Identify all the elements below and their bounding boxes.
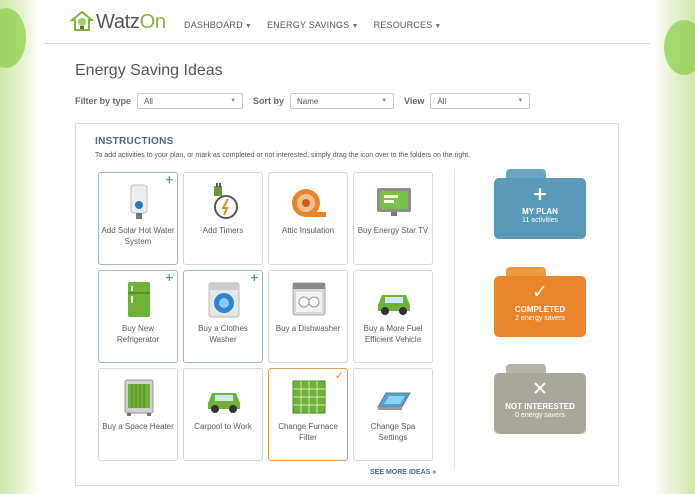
instructions-text: To add activities to your plan, or mark …	[95, 152, 471, 159]
my-plan-folder[interactable]: + MY PLAN 11 activities	[494, 169, 586, 239]
tile-label: Buy New Refrigerator	[116, 324, 160, 344]
tile-label: Change Furnace Filter	[278, 422, 338, 442]
dishwasher-icon	[292, 282, 326, 316]
idea-tile-attic-insulation[interactable]: Attic Insulation	[268, 172, 348, 265]
tile-label: Change Spa Settings	[370, 422, 416, 442]
tile-label: Carpool to Work	[194, 422, 252, 431]
chevron-down-icon: ▼	[351, 23, 359, 30]
not-interested-folder[interactable]: ✕ NOT INTERESTED 0 energy savers	[494, 364, 586, 434]
nav-energy-savings[interactable]: ENERGY SAVINGS ▼	[267, 20, 359, 30]
added-mark-icon: +	[164, 271, 174, 284]
tile-label: Attic Insulation	[281, 226, 335, 235]
instructions-title: INSTRUCTIONS	[95, 136, 174, 147]
main-nav: DASHBOARD ▼ ENERGY SAVINGS ▼ RESOURCES ▼	[184, 20, 442, 30]
close-icon: ✕	[532, 378, 548, 400]
bulb-logo-icon	[70, 10, 94, 31]
furnace-filter-icon	[292, 380, 326, 414]
solar-water-heater-icon	[130, 184, 148, 219]
chevron-down-icon: ▼	[434, 23, 442, 30]
see-more-ideas-link[interactable]: SEE MORE IDEAS »	[370, 469, 436, 476]
page-title: Energy Saving Ideas	[75, 62, 223, 79]
added-mark-icon: +	[164, 173, 174, 186]
nav-resources[interactable]: RESOURCES ▼	[374, 20, 442, 30]
tile-label: Buy a More Fuel Efficient Vehicle	[363, 324, 423, 344]
page: WatzOn DASHBOARD ▼ ENERGY SAVINGS ▼ RESOUR…	[44, 0, 650, 494]
wattzon-logo[interactable]: WatzOn	[70, 10, 166, 34]
tile-label: Buy Energy Star TV	[357, 226, 429, 235]
idea-tile-furnace-filter[interactable]: ✓ Change Furnace Filter	[268, 368, 348, 461]
idea-tile-carpool[interactable]: Carpool to Work	[183, 368, 263, 461]
plus-icon: +	[532, 183, 548, 205]
tile-label: Add Solar Hot Water System	[101, 226, 175, 246]
view-label: View	[404, 96, 425, 106]
dropdown-arrow-icon: ▼	[517, 98, 524, 104]
background-leaf-right	[664, 20, 695, 75]
tile-label: Buy a Clothes Washer	[198, 324, 248, 344]
ideas-panel: INSTRUCTIONS To add activities to your p…	[75, 123, 619, 486]
tile-label: Add Timers	[202, 226, 244, 235]
tv-icon	[377, 188, 411, 216]
car-icon	[378, 295, 410, 315]
site-header: WatzOn DASHBOARD ▼ ENERGY SAVINGS ▼ RESOUR…	[44, 0, 650, 44]
sort-label: Sort by	[253, 96, 285, 106]
tile-label: Buy a Space Heater	[102, 422, 174, 431]
car-icon	[208, 393, 240, 413]
refrigerator-icon	[128, 282, 150, 317]
completed-mark-icon: ✓	[334, 369, 344, 382]
tile-label: Buy a Dishwasher	[275, 324, 341, 333]
space-heater-icon	[124, 379, 154, 416]
checkmark-icon: ✓	[532, 281, 548, 303]
spa-icon	[377, 392, 411, 410]
logo-text: WatzOn	[96, 10, 166, 33]
insulation-roll-icon	[292, 189, 326, 217]
added-mark-icon: +	[249, 271, 259, 284]
sort-select[interactable]: Name ▼	[290, 93, 395, 109]
idea-tile-fuel-efficient-vehicle[interactable]: Buy a More Fuel Efficient Vehicle	[353, 270, 433, 363]
idea-tile-solar-hot-water[interactable]: + Add Solar Hot Water System	[98, 172, 178, 265]
view-select[interactable]: All ▼	[430, 93, 531, 109]
idea-tile-add-timers[interactable]: Add Timers	[183, 172, 263, 265]
idea-tile-energy-star-tv[interactable]: Buy Energy Star TV	[353, 172, 433, 265]
timer-plug-icon	[214, 183, 238, 219]
background-leaf-left	[0, 8, 26, 68]
filter-type-select[interactable]: All ▼	[137, 93, 244, 109]
idea-tile-space-heater[interactable]: Buy a Space Heater	[98, 368, 178, 461]
filter-type-label: Filter by type	[75, 96, 132, 106]
dropdown-arrow-icon: ▼	[230, 98, 237, 104]
idea-tile-spa-settings[interactable]: Change Spa Settings	[353, 368, 433, 461]
divider	[454, 169, 455, 469]
idea-tile-dishwasher[interactable]: Buy a Dishwasher	[268, 270, 348, 363]
nav-dashboard[interactable]: DASHBOARD ▼	[184, 20, 252, 30]
idea-tile-clothes-washer[interactable]: + Buy a Clothes Washer	[183, 270, 263, 363]
filter-bar: Filter by type All ▼ Sort by Name ▼ View A…	[75, 93, 540, 109]
idea-tile-refrigerator[interactable]: + Buy New Refrigerator	[98, 270, 178, 363]
washer-icon	[208, 282, 240, 318]
completed-folder[interactable]: ✓ COMPLETED 2 energy savers	[494, 267, 586, 337]
dropdown-arrow-icon: ▼	[381, 98, 388, 104]
chevron-down-icon: ▼	[244, 23, 252, 30]
